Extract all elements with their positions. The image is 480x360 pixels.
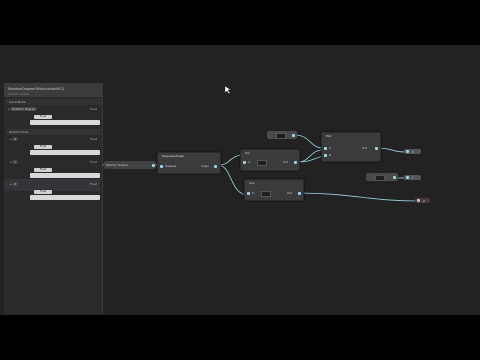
x-value-field[interactable] — [30, 150, 100, 155]
mul-a-label: A — [329, 146, 331, 150]
sin-out-label: Out — [283, 160, 288, 164]
output-y-label: Y — [412, 176, 414, 180]
section-output[interactable]: Output Node — [6, 129, 102, 135]
angle-out-label: Angle — [201, 164, 209, 168]
output-z-node[interactable]: Z — [415, 198, 430, 203]
mouse-cursor-icon — [225, 86, 231, 94]
sin-in-label: In — [248, 160, 251, 164]
constant-node-a[interactable] — [267, 131, 297, 139]
property-x-scope: Float — [90, 137, 97, 141]
mul-out-port[interactable] — [375, 147, 378, 150]
property-z[interactable]: ▸ Z — [10, 182, 19, 186]
cos-out-label: Out — [287, 191, 292, 195]
sin-in-port[interactable] — [243, 161, 246, 164]
angle-out-port[interactable] — [214, 165, 217, 168]
z-value-field[interactable] — [30, 195, 100, 200]
constant-b-port[interactable] — [393, 175, 396, 179]
default-button[interactable]: Float — [34, 115, 52, 119]
property-y[interactable]: ▸ Y — [10, 160, 19, 164]
degrees-angle-node[interactable]: Degrees/Angle Degrees Angle — [157, 152, 221, 174]
mul-b-label: B — [329, 153, 331, 157]
property-pill: Rotation Degree — [10, 107, 38, 111]
constant-b-value[interactable] — [375, 175, 385, 181]
selected-row — [4, 179, 100, 191]
output-x-node[interactable]: X — [404, 149, 421, 154]
cos-node[interactable]: Cos In Out — [244, 179, 304, 201]
degrees-in-port[interactable] — [160, 165, 163, 168]
node-title: Sin — [245, 151, 250, 155]
output-z-port[interactable] — [417, 199, 420, 202]
x-default-button[interactable]: Float — [34, 145, 52, 149]
constant-node-b[interactable] — [366, 173, 398, 181]
property-x[interactable]: ▸ X — [10, 137, 19, 141]
property-out-port[interactable] — [152, 163, 155, 167]
property-rotation-degree[interactable]: ▸ Rotation Degree — [8, 107, 38, 111]
property-scope: Float — [90, 107, 97, 111]
degrees-in-label: Degrees — [165, 164, 177, 168]
constant-a-value[interactable] — [276, 133, 286, 139]
mul-a-port[interactable] — [324, 147, 327, 150]
blackboard-title: RotationDegreeOfNormalizedV12 — [8, 87, 65, 91]
cos-in-value[interactable] — [261, 191, 271, 197]
mul-b-port[interactable] — [324, 154, 327, 157]
sin-out-port[interactable] — [294, 161, 297, 164]
sin-node[interactable]: Sin In Out — [240, 149, 300, 171]
mul-node[interactable]: Mul A B Out — [321, 132, 381, 162]
property-node-label: Rotation Degree — [106, 163, 128, 167]
y-value-field[interactable] — [30, 173, 100, 178]
output-z-label: Z — [423, 199, 425, 203]
shader-graph-window: RotationDegreeOfNormalizedV12 Shader Gra… — [0, 45, 480, 315]
y-default-button[interactable]: Float — [34, 168, 52, 172]
sin-in-value[interactable] — [257, 160, 267, 166]
section-input[interactable]: Input Node — [6, 99, 102, 105]
node-title: Mul — [326, 134, 332, 138]
node-title: Degrees/Angle — [162, 154, 185, 158]
output-x-port[interactable] — [406, 150, 409, 153]
mul-out-label: Out — [362, 146, 367, 150]
property-z-scope: Float — [90, 182, 97, 186]
cos-out-port[interactable] — [298, 192, 301, 195]
output-y-node[interactable]: Y — [404, 175, 421, 180]
output-y-port[interactable] — [406, 176, 409, 179]
blackboard-panel: RotationDegreeOfNormalizedV12 Shader Gra… — [4, 83, 103, 315]
default-value-field[interactable] — [30, 120, 100, 125]
blackboard-subtitle: Shader Graph — [8, 92, 29, 96]
constant-a-port[interactable] — [292, 133, 295, 137]
rotation-degree-property-node[interactable]: Rotation Degree — [104, 161, 156, 169]
node-title: Cos — [249, 181, 255, 185]
z-default-button[interactable]: Float — [34, 190, 52, 194]
cos-in-port[interactable] — [247, 192, 250, 195]
output-x-label: X — [412, 150, 414, 154]
cos-in-label: In — [252, 191, 255, 195]
property-y-scope: Float — [90, 160, 97, 164]
